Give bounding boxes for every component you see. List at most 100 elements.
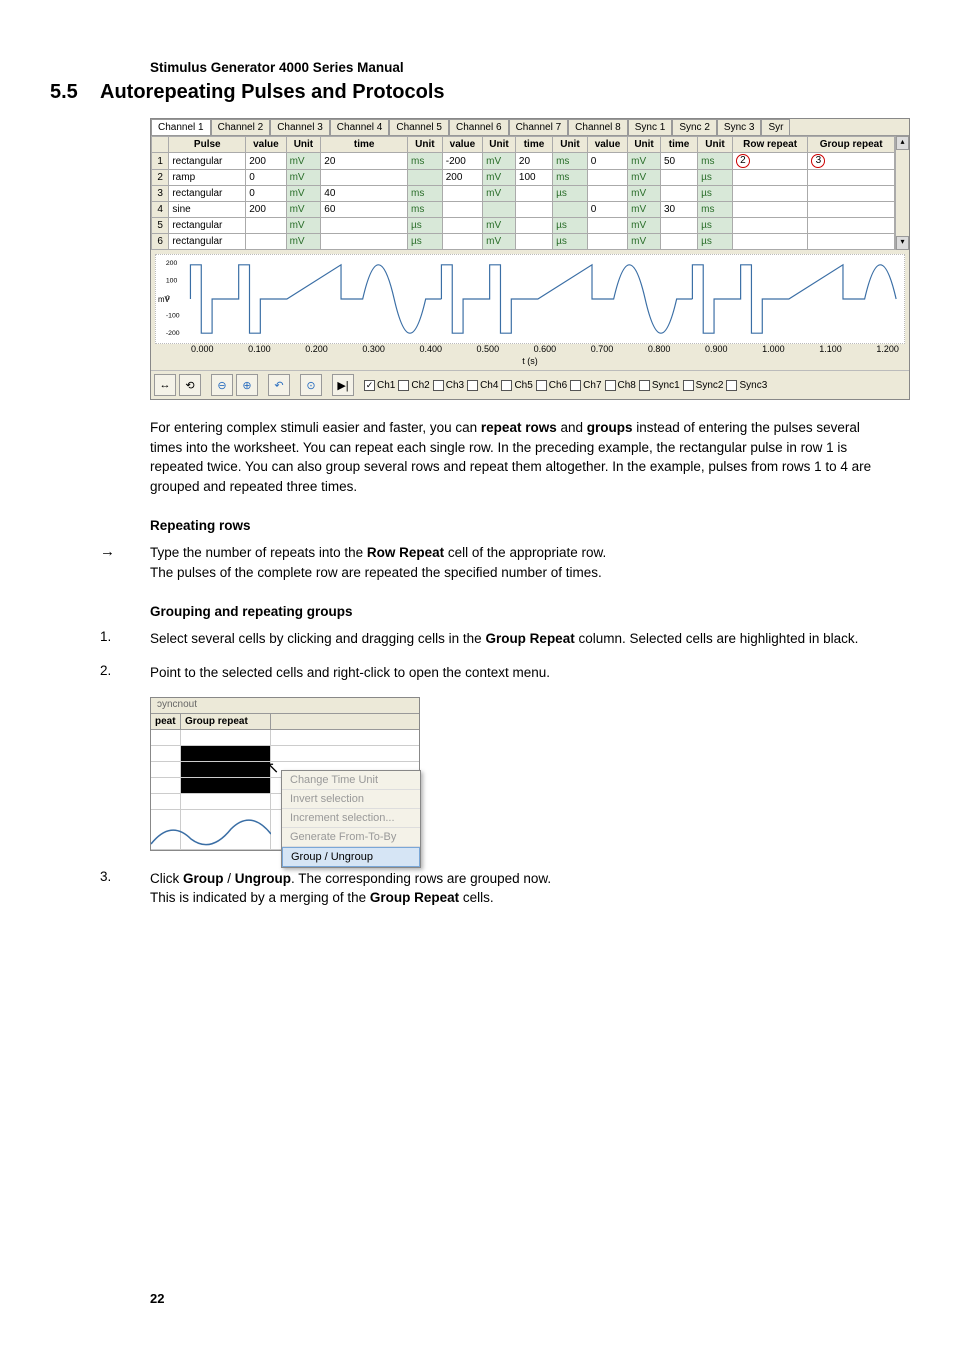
tab-channel5[interactable]: Channel 5: [389, 119, 449, 135]
table-row[interactable]: 5rectangularmVµsmVµsmVµs: [152, 218, 895, 234]
section-heading: 5.5 Autorepeating Pulses and Protocols: [100, 81, 884, 104]
table-row[interactable]: 6rectangularmVµsmVµsmVµs: [152, 234, 895, 250]
menu-item-change-time-unit: Change Time Unit: [282, 771, 420, 790]
tab-channel3[interactable]: Channel 3: [270, 119, 330, 135]
grid-header: Unit: [483, 137, 516, 153]
wave-decoration: [151, 814, 271, 850]
waveform-graph: 200 100 0 -100 -200 mV: [155, 254, 905, 344]
repeat-row-instruction: Type the number of repeats into the Row …: [150, 543, 884, 582]
checkbox-ch5[interactable]: Ch5: [501, 380, 532, 391]
checkbox-sync3[interactable]: Sync3: [726, 380, 767, 391]
table-row[interactable]: 2ramp0mV200mV100msmVµs: [152, 170, 895, 186]
svg-text:-200: -200: [166, 330, 180, 337]
pulse-grid[interactable]: PulsevalueUnittimeUnitvalueUnittimeUnitv…: [151, 136, 895, 250]
subhead-repeating-rows: Repeating rows: [150, 518, 884, 533]
tab-syr[interactable]: Syr: [761, 119, 790, 135]
grid-header: value: [587, 137, 627, 153]
tab-channel1[interactable]: Channel 1: [151, 119, 211, 135]
page-number: 22: [150, 1291, 164, 1306]
scroll-up-icon[interactable]: ▴: [896, 136, 909, 150]
svg-text:200: 200: [166, 260, 178, 267]
checkbox-ch4[interactable]: Ch4: [467, 380, 498, 391]
x-tick: 0.000: [191, 344, 214, 354]
menu-item-generate-from-to-by: Generate From-To-By: [282, 828, 420, 847]
row-repeat-circle: 2: [736, 154, 750, 168]
group-repeat-circle: 3: [811, 154, 825, 168]
grid-header: Pulse: [169, 137, 246, 153]
x-tick: 0.800: [648, 344, 671, 354]
grid-header: Unit: [628, 137, 661, 153]
subhead-grouping: Grouping and repeating groups: [150, 604, 884, 619]
scroll-down-icon[interactable]: ▾: [896, 236, 909, 250]
menu-item-invert-selection: Invert selection: [282, 790, 420, 809]
x-tick: 1.000: [762, 344, 785, 354]
tab-channel4[interactable]: Channel 4: [330, 119, 390, 135]
x-tick: 1.200: [876, 344, 899, 354]
partial-tab: ɔyncnout: [151, 698, 419, 714]
graph-toolbar: ↔ ⟲ ⊖ ⊕ ↶ ⊙ ▶| ✓Ch1Ch2 Ch3Ch4Ch5 Ch6Ch7 Ch8…: [151, 370, 909, 399]
zoom-in-icon[interactable]: ⊕: [236, 374, 258, 396]
tab-channel7[interactable]: Channel 7: [509, 119, 569, 135]
checkbox-ch2[interactable]: Ch2: [398, 380, 429, 391]
x-tick: 0.700: [591, 344, 614, 354]
menu-item-increment-selection-: Increment selection...: [282, 809, 420, 828]
x-tick: 0.400: [419, 344, 442, 354]
zoom-out-icon[interactable]: ⊖: [211, 374, 233, 396]
grid-header: time: [321, 137, 408, 153]
x-tick: 0.200: [305, 344, 328, 354]
arrow-bullet-icon: →: [100, 543, 150, 582]
step-2-number: 2.: [100, 663, 150, 683]
rotate-icon[interactable]: ⟲: [179, 374, 201, 396]
checkbox-sync1[interactable]: Sync1: [639, 380, 680, 391]
x-tick: 0.500: [477, 344, 500, 354]
checkbox-ch6[interactable]: Ch6: [536, 380, 567, 391]
x-tick: 0.300: [362, 344, 385, 354]
tab-sync3[interactable]: Sync 3: [717, 119, 762, 135]
table-row[interactable]: 4sine200mV60ms0mV30ms: [152, 202, 895, 218]
section-number: 5.5: [50, 81, 100, 104]
undo-icon[interactable]: ↶: [268, 374, 290, 396]
worksheet-screenshot: Channel 1Channel 2Channel 3Channel 4Chan…: [150, 118, 910, 400]
tab-sync1[interactable]: Sync 1: [628, 119, 673, 135]
intro-paragraph: For entering complex stimuli easier and …: [150, 418, 884, 496]
grid-header: Unit: [408, 137, 443, 153]
svg-text:100: 100: [166, 277, 178, 284]
context-menu-screenshot: ɔyncnout peat Group repeat ↖ Change Time…: [150, 697, 420, 851]
tab-channel6[interactable]: Channel 6: [449, 119, 509, 135]
channel-tabs: Channel 1Channel 2Channel 3Channel 4Chan…: [151, 119, 909, 136]
grid-header: value: [246, 137, 286, 153]
grid-header: Group repeat: [808, 137, 895, 153]
step-1-text: Select several cells by clicking and dra…: [150, 629, 884, 649]
grid-header: [152, 137, 169, 153]
checkbox-ch7[interactable]: Ch7: [570, 380, 601, 391]
fit-icon[interactable]: ⊙: [300, 374, 322, 396]
grid-header: Unit: [553, 137, 588, 153]
doc-header: Stimulus Generator 4000 Series Manual: [150, 60, 884, 75]
grid-header: time: [660, 137, 697, 153]
svg-text:-100: -100: [166, 313, 180, 320]
checkbox-ch1[interactable]: ✓Ch1: [364, 380, 395, 391]
checkbox-ch8[interactable]: Ch8: [605, 380, 636, 391]
step-3-number: 3.: [100, 869, 150, 908]
step-2-text: Point to the selected cells and right-cl…: [150, 663, 884, 683]
goto-end-icon[interactable]: ▶|: [332, 374, 354, 396]
x-tick: 1.100: [819, 344, 842, 354]
table-row[interactable]: 1rectangular200mV20ms-200mV20ms0mV50ms23: [152, 153, 895, 170]
grid-header: time: [515, 137, 552, 153]
grid-header: Unit: [698, 137, 733, 153]
checkbox-sync2[interactable]: Sync2: [683, 380, 724, 391]
menu-item-group-ungroup[interactable]: Group / Ungroup: [282, 847, 420, 867]
table-row[interactable]: 3rectangular0mV40msmVµsmVµs: [152, 186, 895, 202]
tab-channel2[interactable]: Channel 2: [211, 119, 271, 135]
grid-header: Unit: [286, 137, 321, 153]
checkbox-ch3[interactable]: Ch3: [433, 380, 464, 391]
x-tick: 0.100: [248, 344, 271, 354]
tab-sync2[interactable]: Sync 2: [672, 119, 717, 135]
step-1-number: 1.: [100, 629, 150, 649]
x-tick: 0.900: [705, 344, 728, 354]
context-menu[interactable]: Change Time UnitInvert selectionIncremen…: [281, 770, 421, 868]
x-axis-label: t (s): [151, 356, 909, 370]
tab-channel8[interactable]: Channel 8: [568, 119, 628, 135]
step-3-text: Click Group / Ungroup. The corresponding…: [150, 869, 884, 908]
pan-icon[interactable]: ↔: [154, 374, 176, 396]
